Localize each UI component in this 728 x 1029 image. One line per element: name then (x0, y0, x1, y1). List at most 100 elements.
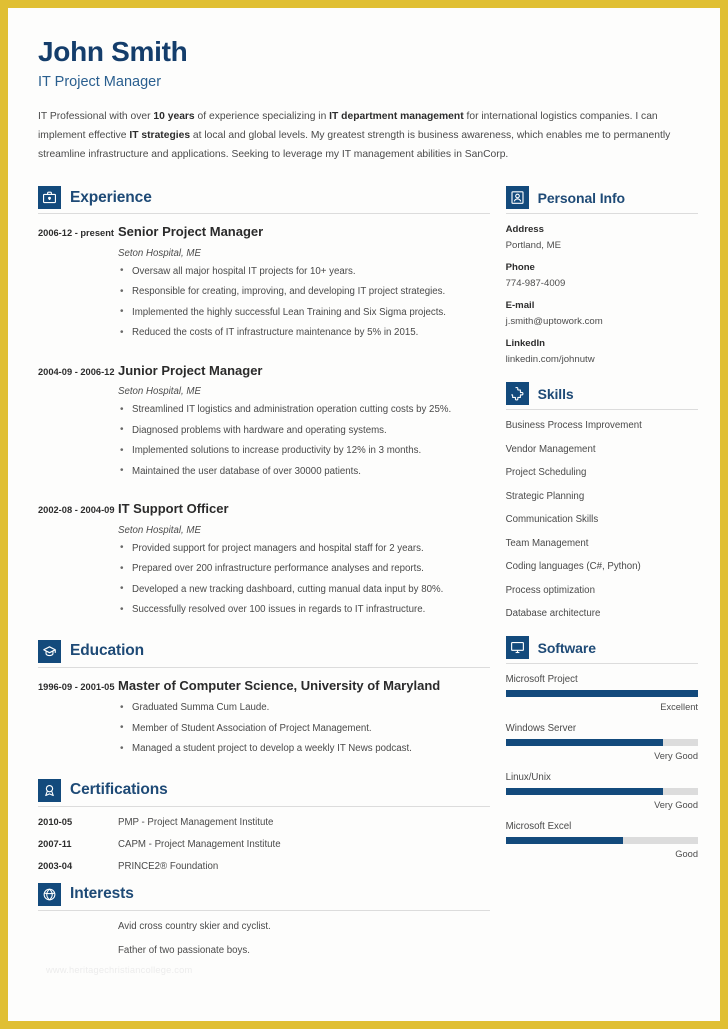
bullet-item: Member of Student Association of Project… (118, 721, 490, 736)
bullet-item: Managed a student project to develop a w… (118, 742, 490, 757)
software-name: Microsoft Project (505, 674, 578, 686)
software-heading: Software (505, 636, 698, 660)
professional-summary: IT Professional with over 10 years of ex… (38, 107, 690, 164)
skills-list: Business Process Improvement Vendor Manag… (506, 420, 698, 619)
software-title: Software (537, 639, 596, 656)
bullet-item: Implemented the highly successful Lean T… (118, 305, 490, 320)
software-level-label: Very Good (654, 800, 698, 811)
interests-title: Interests (70, 885, 134, 903)
education-heading: Education (38, 639, 490, 663)
experience-entry-date: 2004-09 - 2006-12 (38, 366, 115, 377)
software-level-label: Excellent (660, 702, 698, 713)
certification-name: PRINCE2® Foundation (118, 860, 219, 872)
software-name: Microsoft Excel (505, 821, 572, 833)
education-entry-list: 1996-09 - 2001-05 Master of Computer Scie… (38, 678, 490, 763)
experience-entry: 2004-09 - 2006-12 Junior Project Manager S… (38, 363, 490, 486)
software-item: Linux/Unix Very Good (505, 772, 698, 811)
software-progress-track (505, 739, 698, 747)
summary-emphasis: IT department management (329, 111, 464, 123)
bullet-item: Diagnosed problems with hardware and ope… (118, 423, 490, 438)
education-divider (38, 666, 490, 668)
bullet-item: Oversaw all major hospital IT projects f… (118, 264, 490, 279)
bullet-item: Reduced the costs of IT infrastructure m… (118, 326, 490, 341)
left-column: Experience 2006-12 - present Senior Proje… (30, 186, 504, 968)
personal-info-value: j.smith@uptowork.com (505, 316, 603, 328)
software-item: Microsoft Excel Good (505, 821, 698, 860)
skills-title: Skills (537, 385, 574, 402)
section-personal-info: Personal Info Address Portland, ME Phone 77… (505, 186, 698, 365)
skills-heading: Skills (505, 382, 698, 406)
bullet-item: Streamlined IT logistics and administrat… (118, 403, 490, 418)
personal-info-value: Portland, ME (505, 240, 562, 252)
education-title: Education (70, 642, 145, 660)
certification-name: PMP - Project Management Institute (118, 816, 274, 828)
experience-entry-role: Senior Project Manager (118, 224, 264, 240)
skill-item: Database architecture (505, 608, 601, 620)
certifications-list: 2010-05 PMP - Project Management Institut… (38, 817, 490, 872)
experience-entry-body: Junior Project Manager Seton Hospital, ME… (118, 363, 490, 486)
candidate-job-title: IT Project Manager (38, 74, 162, 91)
personal-info-label: Address (505, 224, 544, 236)
personal-info-value: linkedin.com/johnutw (505, 354, 595, 366)
summary-text: IT Professional with over (38, 111, 154, 123)
experience-divider (38, 213, 490, 215)
certifications-title: Certifications (70, 781, 168, 799)
software-name: Linux/Unix (505, 772, 551, 784)
certification-name: CAPM - Project Management Institute (118, 838, 281, 850)
software-level-label: Good (675, 849, 698, 860)
personal-info-value: 774-987-4009 (505, 278, 566, 290)
bullet-item: Provided support for project managers an… (118, 541, 490, 556)
resume-columns: Experience 2006-12 - present Senior Proje… (30, 186, 698, 968)
education-entry-degree: Master of Computer Science, University o… (118, 677, 441, 693)
experience-entry: 2006-12 - present Senior Project Manager S… (38, 224, 490, 347)
resume-header: John Smith IT Project Manager IT Profess… (30, 30, 698, 164)
software-progress-track (505, 690, 698, 698)
section-education: Education 1996-09 - 2001-05 Master of Com… (38, 639, 490, 763)
personal-info-fields: Address Portland, ME Phone 774-987-4009 E-ma… (506, 224, 698, 365)
summary-emphasis: 10 years (153, 111, 195, 123)
software-progress-fill (505, 690, 698, 698)
education-entry-date: 1996-09 - 2001-05 (38, 681, 115, 692)
interest-spacer (38, 945, 118, 956)
skills-divider (505, 409, 698, 411)
section-experience: Experience 2006-12 - present Senior Proje… (38, 186, 490, 624)
skill-item: Team Management (505, 537, 589, 549)
software-level-label: Very Good (654, 751, 698, 762)
section-interests: Interests Avid cross country skier and c… (38, 882, 490, 956)
bullet-list: Graduated Summa Cum Laude. Member of Stud… (118, 701, 490, 757)
interest-spacer (38, 921, 118, 932)
certification-date: 2007-11 (38, 838, 72, 849)
bullet-item: Graduated Summa Cum Laude. (118, 701, 490, 716)
skill-item: Business Process Improvement (505, 420, 642, 432)
software-item: Windows Server Very Good (505, 723, 698, 762)
bullet-list: Streamlined IT logistics and administrat… (118, 403, 490, 479)
bullet-item: Developed a new tracking dashboard, cutt… (118, 582, 490, 597)
person-badge-icon (505, 186, 529, 210)
bullet-item: Responsible for creating, improving, and… (118, 285, 490, 300)
bullet-list: Oversaw all major hospital IT projects f… (118, 264, 490, 341)
experience-entry-list: 2006-12 - present Senior Project Manager S… (38, 224, 490, 624)
interest-row: Avid cross country skier and cyclist. (38, 921, 490, 932)
personal-info-label: E-mail (505, 300, 535, 312)
monitor-icon (505, 636, 529, 660)
certification-date: 2003-04 (38, 860, 73, 871)
certification-row: 2003-04 PRINCE2® Foundation (38, 861, 490, 872)
certification-row: 2007-11 CAPM - Project Management Institu… (38, 839, 490, 850)
puzzle-piece-icon (505, 382, 529, 406)
interest-row: Father of two passionate boys. (38, 945, 490, 956)
experience-entry-date: 2002-08 - 2004-09 (38, 505, 115, 516)
experience-title: Experience (70, 188, 152, 206)
bullet-item: Prepared over 200 infrastructure perform… (118, 562, 490, 577)
certification-row: 2010-05 PMP - Project Management Institut… (38, 817, 490, 828)
watermark-text: www.heritagechristiancollege.com (46, 965, 193, 975)
personal-info-label: Phone (505, 262, 535, 274)
experience-heading: Experience (38, 186, 490, 210)
skill-item: Coding languages (C#, Python) (505, 561, 641, 573)
skill-item: Process optimization (505, 584, 595, 596)
skill-item: Project Scheduling (505, 467, 587, 479)
personal-info-label: LinkedIn (505, 338, 546, 350)
interest-text: Avid cross country skier and cyclist. (118, 920, 271, 932)
summary-emphasis: IT strategies (129, 130, 191, 142)
experience-entry-role: Junior Project Manager (118, 362, 263, 378)
experience-entry: 2002-08 - 2004-09 IT Support Officer Seton… (38, 501, 490, 624)
